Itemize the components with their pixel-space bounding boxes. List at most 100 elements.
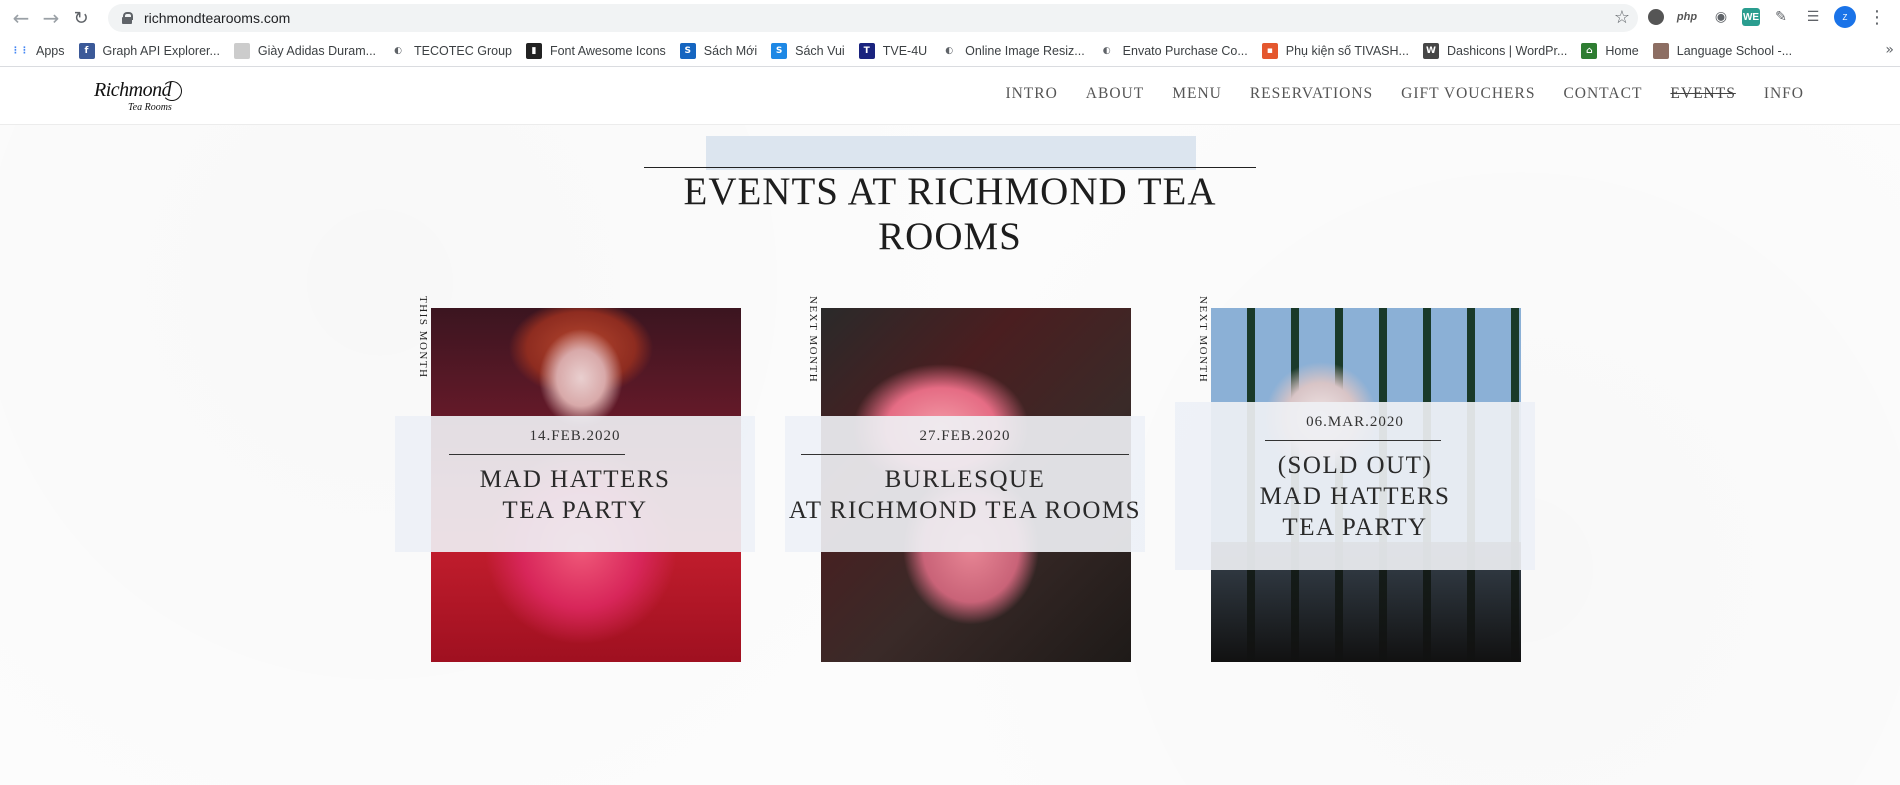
apps-grid-icon: ⋮⋮ — [11, 46, 29, 56]
bookmark-item[interactable]: ◐ Online Image Resiz... — [941, 43, 1084, 59]
url-text[interactable]: richmondtearooms.com — [144, 10, 290, 26]
bookmarks-bar: ⋮⋮ Apps f Graph API Explorer... Giày Adidas … — [0, 36, 1900, 67]
globe-icon: ◐ — [945, 46, 954, 56]
event-card[interactable]: NEXT MONTH 06.MAR.2020 (SOLD OUT) MAD HATTE… — [1175, 296, 1535, 662]
event-rule — [449, 454, 625, 455]
page-icon — [1652, 43, 1669, 59]
wordpress-icon: W — [1422, 43, 1439, 59]
site-header: Richmond Tea Rooms INTRO ABOUT MENU RESERVA… — [0, 67, 1900, 125]
event-overlay: 14.FEB.2020 MAD HATTERS TEA PARTY — [395, 416, 755, 552]
bookmark-label: Dashicons | WordPr... — [1446, 44, 1568, 58]
event-tag: THIS MONTH — [417, 296, 429, 379]
facebook-icon: f — [78, 43, 95, 59]
title-rule — [644, 167, 1256, 168]
bookmark-label: Apps — [36, 44, 65, 58]
lock-icon — [122, 12, 133, 24]
bookmarks-more-button[interactable]: » — [1885, 42, 1894, 58]
bookmark-item[interactable]: S Sách Mới — [679, 43, 758, 59]
bookmark-item[interactable]: ◐ Envato Purchase Co... — [1099, 43, 1248, 59]
nav-intro[interactable]: INTRO — [1005, 85, 1057, 103]
extension-we-icon[interactable]: WE — [1742, 8, 1760, 26]
extension-list-icon[interactable]: ☰ — [1802, 6, 1824, 28]
event-title-line: BURLESQUE — [884, 466, 1046, 493]
page-title: EVENTS AT RICHMOND TEA ROOMS — [683, 170, 1217, 258]
extension-film-icon[interactable] — [1648, 9, 1664, 25]
browser-menu-icon[interactable]: ⋮ — [1866, 6, 1888, 28]
extension-zoom-icon[interactable]: Z — [1834, 6, 1856, 28]
event-title[interactable]: (SOLD OUT) MAD HATTERS TEA PARTY — [1175, 450, 1535, 543]
nav-contact[interactable]: CONTACT — [1563, 85, 1642, 103]
event-title[interactable]: MAD HATTERS TEA PARTY — [395, 464, 755, 526]
flag-icon: ▮ — [525, 43, 542, 59]
bookmark-item[interactable]: ▮ Font Awesome Icons — [525, 43, 666, 59]
event-title-line: MAD HATTERS — [479, 466, 671, 493]
logo-name: Richmond — [94, 79, 172, 101]
nav-info[interactable]: INFO — [1764, 85, 1804, 103]
back-button[interactable]: ← — [6, 3, 36, 33]
event-title-line: MAD HATTERS — [1259, 483, 1451, 510]
bookmark-label: Font Awesome Icons — [549, 44, 666, 58]
bookmark-item[interactable]: ⌂ Home — [1581, 43, 1639, 59]
event-tag: NEXT MONTH — [807, 296, 819, 384]
bookmark-item[interactable]: ▪ Phụ kiện số TIVASH... — [1261, 43, 1409, 59]
globe-icon: ◐ — [394, 46, 402, 56]
extension-icons: php ◉ WE ✎ ☰ Z ⋮ — [1648, 6, 1888, 28]
nav-events[interactable]: EVENTS — [1670, 85, 1735, 103]
event-tag: NEXT MONTH — [1197, 296, 1209, 384]
nav-gift-vouchers[interactable]: GIFT VOUCHERS — [1401, 85, 1535, 103]
event-title[interactable]: BURLESQUE AT RICHMOND TEA ROOMS — [785, 464, 1145, 526]
bookmark-item[interactable]: Language School -... — [1652, 43, 1793, 59]
bookmark-item[interactable]: f Graph API Explorer... — [78, 43, 220, 59]
address-bar[interactable]: richmondtearooms.com ☆ — [108, 4, 1638, 32]
event-title-line: TEA PARTY — [502, 497, 648, 524]
event-date: 14.FEB.2020 — [529, 428, 621, 444]
bookmark-label: Home — [1605, 44, 1639, 58]
event-title-line: (SOLD OUT) — [1277, 452, 1433, 479]
bookmark-item[interactable]: T TVE-4U — [858, 43, 928, 59]
extension-camera-icon[interactable]: ◉ — [1710, 6, 1732, 28]
nav-about[interactable]: ABOUT — [1086, 85, 1144, 103]
main-nav: INTRO ABOUT MENU RESERVATIONS GIFT VOUCHERS C… — [1005, 85, 1804, 103]
bookmark-item[interactable]: ◐ TECOTEC Group — [390, 43, 512, 59]
event-card[interactable]: THIS MONTH 14.FEB.2020 MAD HATTERS TEA PART… — [395, 296, 755, 662]
home-icon: ⌂ — [1581, 43, 1598, 59]
bookmark-label: Language School -... — [1676, 44, 1793, 58]
event-card[interactable]: NEXT MONTH 27.FEB.2020 BURLESQUE AT RICHMON… — [785, 296, 1145, 662]
nav-menu[interactable]: MENU — [1172, 85, 1222, 103]
logo-subtitle: Tea Rooms — [128, 102, 172, 113]
event-title-line: AT RICHMOND TEA ROOMS — [788, 497, 1142, 524]
bag-icon: ▪ — [1261, 43, 1278, 59]
s-icon: S — [679, 43, 696, 59]
bookmark-label: Phụ kiện số TIVASH... — [1285, 44, 1409, 58]
extension-php-icon[interactable]: php — [1674, 6, 1700, 28]
browser-toolbar: ← → ↻ richmondtearooms.com ☆ php ◉ WE ✎ … — [0, 0, 1900, 36]
bookmark-star-icon[interactable]: ☆ — [1614, 7, 1630, 28]
reload-button[interactable]: ↻ — [66, 3, 96, 33]
bookmark-label: Giày Adidas Duram... — [257, 44, 377, 58]
title-highlight — [706, 136, 1196, 170]
event-date: 27.FEB.2020 — [919, 428, 1011, 444]
bookmark-item[interactable]: Giày Adidas Duram... — [233, 43, 377, 59]
nav-reservations[interactable]: RESERVATIONS — [1250, 85, 1373, 103]
page-content: Richmond Tea Rooms INTRO ABOUT MENU RESERVA… — [0, 67, 1900, 785]
site-logo[interactable]: Richmond Tea Rooms — [90, 77, 182, 117]
event-rule — [1265, 440, 1441, 441]
event-overlay: 06.MAR.2020 (SOLD OUT) MAD HATTERS TEA PART… — [1175, 402, 1535, 570]
bookmark-label: TVE-4U — [882, 44, 928, 58]
bookmark-item[interactable]: ⋮⋮ Apps — [11, 43, 65, 59]
event-rule — [801, 454, 1129, 455]
bookmark-item[interactable]: S Sách Vui — [771, 43, 845, 59]
extension-eyedropper-icon[interactable]: ✎ — [1770, 6, 1792, 28]
bookmark-item[interactable]: W Dashicons | WordPr... — [1422, 43, 1568, 59]
forward-button[interactable]: → — [36, 3, 66, 33]
bookmark-label: Sách Vui — [795, 44, 845, 58]
s-icon: S — [771, 43, 788, 59]
bookmark-label: Graph API Explorer... — [102, 44, 220, 58]
event-date: 06.MAR.2020 — [1306, 414, 1404, 430]
tve-icon: T — [858, 43, 875, 59]
page-icon — [233, 43, 250, 59]
globe-icon: ◐ — [1102, 46, 1111, 56]
event-title-line: TEA PARTY — [1282, 514, 1428, 541]
bookmark-label: Sách Mới — [703, 44, 758, 58]
event-overlay: 27.FEB.2020 BURLESQUE AT RICHMOND TEA ROOM… — [785, 416, 1145, 552]
